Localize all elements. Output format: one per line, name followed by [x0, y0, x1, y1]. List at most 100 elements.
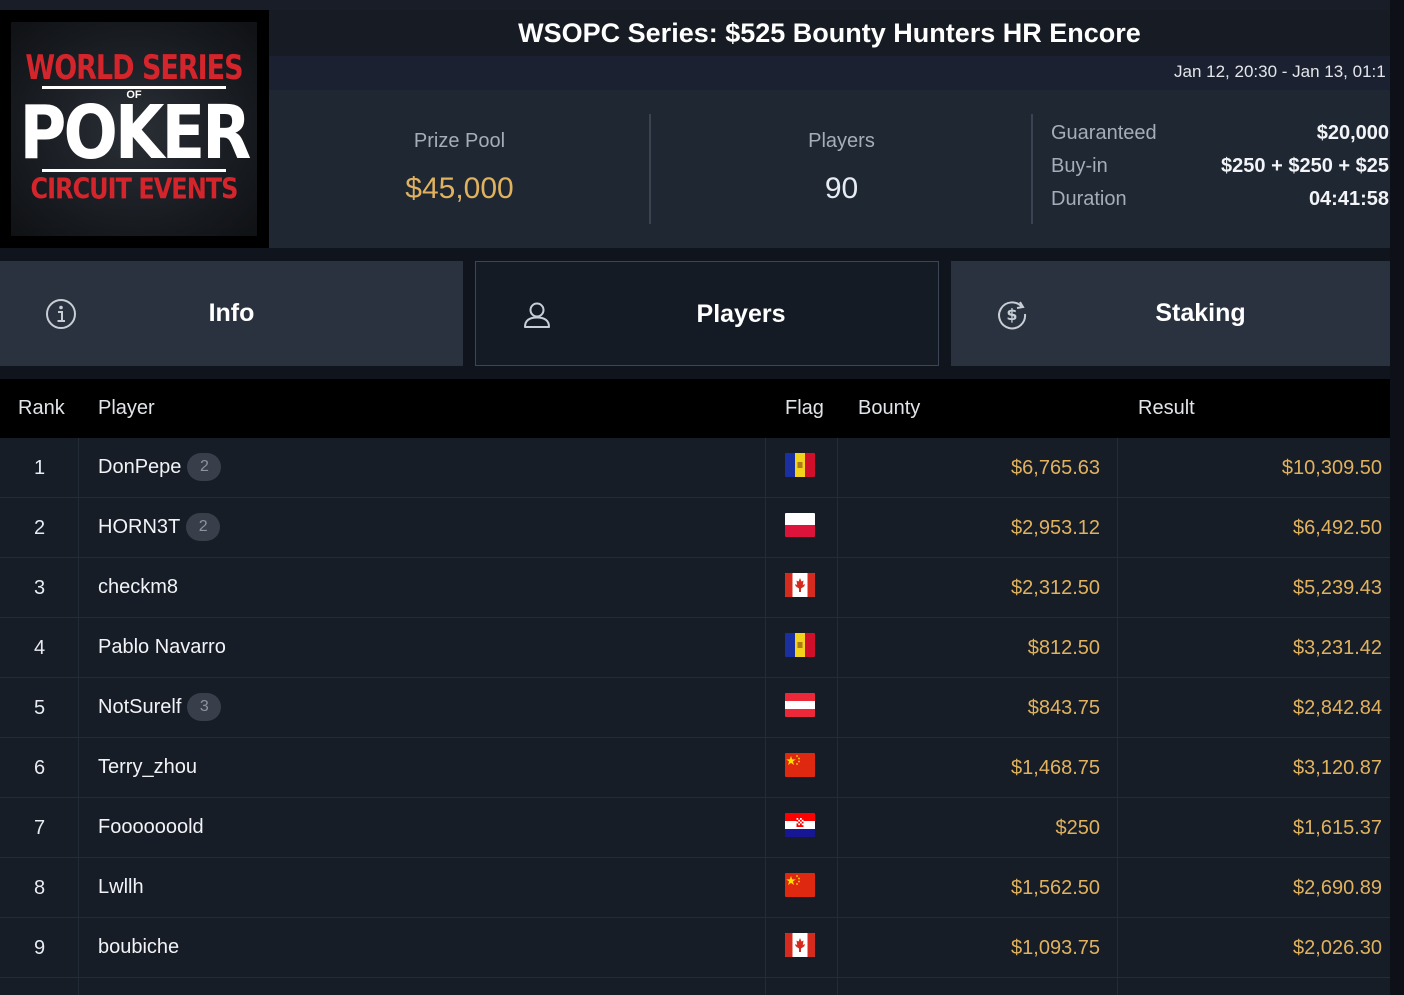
player-cell	[79, 978, 766, 995]
result-cell: $2,842.84	[1118, 678, 1390, 737]
player-info: Lwllh	[98, 872, 144, 902]
flag-cell	[766, 798, 838, 857]
detail-duration: Duration 04:41:58	[1051, 186, 1390, 219]
flag-austria-icon	[785, 693, 815, 717]
bounty-cell: $1,468.75	[838, 738, 1118, 797]
bounty-value: $6,765.63	[1011, 457, 1100, 479]
player-name-link[interactable]: Fooooooold	[98, 816, 204, 839]
flag-cell	[766, 918, 838, 977]
entries-badge: 2	[186, 513, 221, 541]
tournament-details: Guaranteed $20,000 Buy-in $250 + $250 + …	[1051, 120, 1390, 219]
player-name-link[interactable]: checkm8	[98, 576, 178, 599]
result-value: $2,026.30	[1293, 937, 1382, 959]
player-name-link[interactable]: Pablo Navarro	[98, 636, 226, 659]
column-header-result[interactable]: Result	[1138, 397, 1195, 420]
player-name-link[interactable]: DonPepe	[98, 456, 181, 479]
stats-bar: Prize Pool $45,000 Players 90 Guaranteed…	[269, 90, 1390, 248]
rank-value: 9	[33, 937, 46, 959]
player-cell: Lwllh	[79, 858, 766, 917]
player-name-link[interactable]: boubiche	[98, 936, 179, 959]
tab-info[interactable]: Info	[0, 261, 463, 366]
tournament-page: WORLD SERIES OF POKER CIRCUIT EVENTS WSO…	[0, 0, 1390, 995]
player-cell: Terry_zhou	[79, 738, 766, 797]
bounty-value: $1,093.75	[1011, 937, 1100, 959]
flag-china-icon	[785, 753, 815, 777]
table-row[interactable]: 2 HORN3T 2 $2,953.12 $6,492.50	[0, 498, 1390, 558]
bounty-cell: $2,312.50	[838, 558, 1118, 617]
result-cell: $2,690.89	[1118, 858, 1390, 917]
flag-cell	[766, 858, 838, 917]
player-name-link[interactable]: NotSurelf	[98, 696, 181, 719]
spacer	[0, 366, 1390, 379]
detail-label: Buy-in	[1051, 155, 1108, 177]
table-row[interactable]	[0, 978, 1390, 995]
rank-cell: 6	[0, 738, 79, 797]
player-info: boubiche	[98, 932, 179, 962]
detail-value: $20,000	[1316, 122, 1389, 144]
table-row[interactable]: 4 Pablo Navarro $812.50 $3,231.42	[0, 618, 1390, 678]
flag-croatia-icon	[785, 813, 815, 837]
player-name-link[interactable]: Terry_zhou	[98, 756, 197, 779]
player-name-link[interactable]: HORN3T	[98, 516, 180, 539]
bounty-cell: $250	[838, 798, 1118, 857]
table-row[interactable]: 9 boubiche $1,093.75 $2,026.30	[0, 918, 1390, 978]
rank-cell: 3	[0, 558, 79, 617]
bounty-value: $1,468.75	[1011, 757, 1100, 779]
rank-value: 2	[33, 517, 46, 539]
title-bar: WSOPC Series: $525 Bounty Hunters HR Enc…	[269, 10, 1390, 56]
rank-value: 3	[33, 577, 46, 599]
column-header-flag[interactable]: Flag	[785, 397, 824, 420]
detail-value: $250 + $250 + $25	[1221, 155, 1389, 177]
rank-value: 4	[33, 637, 46, 659]
scrollbar[interactable]	[1390, 0, 1404, 995]
flag-andorra-icon	[785, 633, 815, 657]
rank-cell	[0, 978, 79, 995]
bounty-cell: $1,093.75	[838, 918, 1118, 977]
table-row[interactable]: 8 Lwllh $1,562.50 $2,690.89	[0, 858, 1390, 918]
logo-world-series: WORLD SERIES	[25, 49, 243, 88]
tab-staking[interactable]: $ Staking	[951, 261, 1390, 366]
table-row[interactable]: 3 checkm8 $2,312.50 $5,239.43	[0, 558, 1390, 618]
detail-value: 04:41:58	[1308, 188, 1389, 210]
column-header-rank[interactable]: Rank	[18, 397, 65, 420]
detail-label: Guaranteed	[1051, 122, 1157, 144]
rank-cell: 7	[0, 798, 79, 857]
table-row[interactable]: 5 NotSurelf 3 $843.75 $2,842.84	[0, 678, 1390, 738]
flag-cell	[766, 678, 838, 737]
player-name-link[interactable]: Lwllh	[98, 876, 144, 899]
bounty-value: $2,312.50	[1011, 577, 1100, 599]
rank-value: 5	[33, 697, 46, 719]
table-row[interactable]: 1 DonPepe 2 $6,765.63 $10,309.50	[0, 438, 1390, 498]
flag-cell	[766, 558, 838, 617]
result-cell: $6,492.50	[1118, 498, 1390, 557]
detail-buy-in: Buy-in $250 + $250 + $25	[1051, 153, 1390, 186]
player-info: HORN3T 2	[98, 512, 221, 542]
result-value: $6,492.50	[1293, 517, 1382, 539]
bounty-cell: $812.50	[838, 618, 1118, 677]
flag-cell	[766, 438, 838, 497]
column-header-bounty[interactable]: Bounty	[858, 397, 920, 420]
flag-china-icon	[785, 873, 815, 897]
flag-cell	[766, 978, 838, 995]
tournament-dates: Jan 12, 20:30 - Jan 13, 01:1	[1174, 62, 1386, 81]
tab-players[interactable]: Players	[475, 261, 939, 366]
player-cell: NotSurelf 3	[79, 678, 766, 737]
logo-poker: POKER	[19, 91, 252, 177]
table-row[interactable]: 6 Terry_zhou $1,468.75 $3,120.87	[0, 738, 1390, 798]
bounty-value: $1,562.50	[1011, 877, 1100, 899]
flag-cell	[766, 618, 838, 677]
players-stat: Players 90	[651, 90, 1032, 248]
result-value: $2,690.89	[1293, 877, 1382, 899]
rank-cell: 8	[0, 858, 79, 917]
result-value: $2,842.84	[1293, 697, 1382, 719]
player-cell: checkm8	[79, 558, 766, 617]
bounty-cell: $6,765.63	[838, 438, 1118, 497]
result-value: $1,615.37	[1293, 817, 1382, 839]
flag-cell	[766, 738, 838, 797]
table-row[interactable]: 7 Fooooooold $250 $1,615.37	[0, 798, 1390, 858]
entries-badge: 3	[187, 693, 222, 721]
result-cell: $3,120.87	[1118, 738, 1390, 797]
result-value: $3,120.87	[1293, 757, 1382, 779]
column-header-player[interactable]: Player	[98, 397, 155, 420]
rank-value: 8	[33, 877, 46, 899]
